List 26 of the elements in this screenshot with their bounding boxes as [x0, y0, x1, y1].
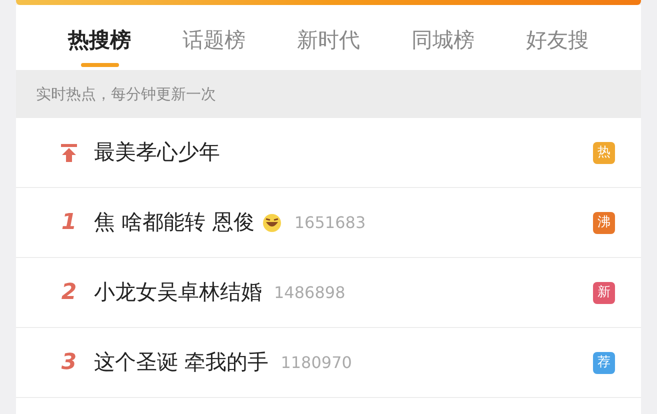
tab[interactable]: 同城榜 [412, 5, 474, 70]
search-count: 1486898 [274, 282, 346, 304]
trending-title: 焦 啥都能转 恩俊 [94, 208, 254, 236]
trending-title: 小龙女吴卓林结婚 [94, 278, 262, 306]
tab[interactable]: 新时代 [297, 5, 360, 70]
status-badge: 热 [593, 142, 615, 164]
trending-row[interactable]: 3 这个圣诞 牵我的手 1180970 荐 [16, 328, 641, 398]
trending-title: 这个圣诞 牵我的手 [94, 348, 269, 376]
rank-number: 1 [61, 209, 77, 237]
trending-row[interactable]: 最美孝心少年 热 [16, 118, 641, 188]
trending-row[interactable]: 1 焦 啥都能转 恩俊 1651683 沸 [16, 188, 641, 258]
tab-underline [80, 63, 118, 67]
rank-number: 2 [61, 279, 77, 307]
search-count: 1651683 [294, 212, 366, 234]
tab[interactable]: 话题榜 [182, 5, 246, 70]
notice-text: 实时热点，每分钟更新一次 [36, 84, 216, 105]
trending-title: 最美孝心少年 [94, 138, 220, 166]
search-count: 1180970 [280, 352, 352, 374]
tab[interactable]: 好友搜 [526, 5, 589, 70]
status-badge: 沸 [593, 212, 615, 234]
status-badge: 新 [593, 282, 615, 304]
rank-number: 3 [61, 349, 77, 377]
tab[interactable]: 热搜榜 [68, 5, 131, 70]
trending-row[interactable]: 2 小龙女吴卓林结婚 1486898 新 [16, 258, 641, 328]
pin-to-top-icon [60, 142, 78, 162]
status-badge: 荐 [593, 352, 615, 374]
